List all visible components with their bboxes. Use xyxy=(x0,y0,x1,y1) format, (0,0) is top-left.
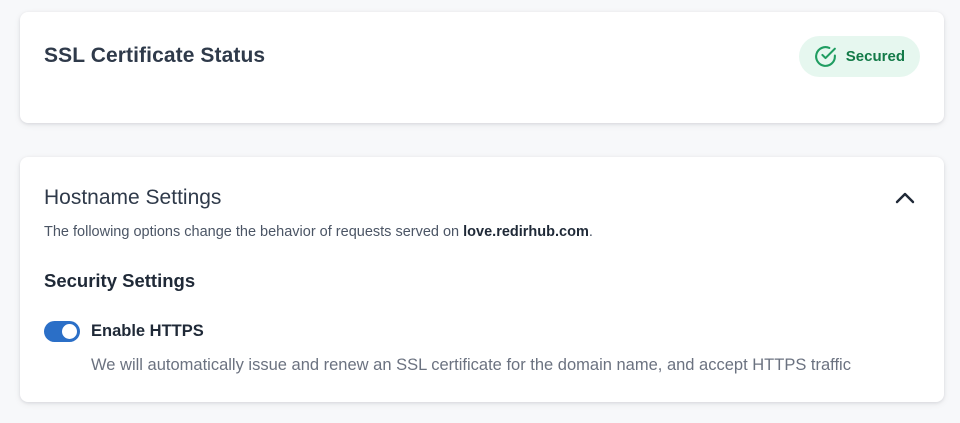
enable-https-help: We will automatically issue and renew an… xyxy=(91,356,851,374)
ssl-status-card: SSL Certificate Status Secured xyxy=(20,12,944,123)
enable-https-toggle[interactable] xyxy=(44,321,80,342)
hostname-settings-card: Hostname Settings The following options … xyxy=(20,157,944,402)
collapse-button[interactable] xyxy=(890,183,920,213)
description-text: The following options change the behavio… xyxy=(44,224,464,240)
chevron-up-icon xyxy=(893,186,917,210)
check-circle-icon xyxy=(813,44,838,69)
hostname-settings-title: Hostname Settings xyxy=(44,186,222,209)
status-badge-label: Secured xyxy=(845,48,905,65)
hostname-description: The following options change the behavio… xyxy=(44,224,593,240)
ssl-status-title: SSL Certificate Status xyxy=(44,44,266,67)
enable-https-label: Enable HTTPS xyxy=(91,322,204,340)
toggle-knob xyxy=(62,324,77,339)
status-badge: Secured xyxy=(798,36,920,77)
hostname-value: love.redirhub.com xyxy=(463,224,589,240)
security-settings-title: Security Settings xyxy=(44,270,196,291)
description-suffix: . xyxy=(588,224,593,240)
